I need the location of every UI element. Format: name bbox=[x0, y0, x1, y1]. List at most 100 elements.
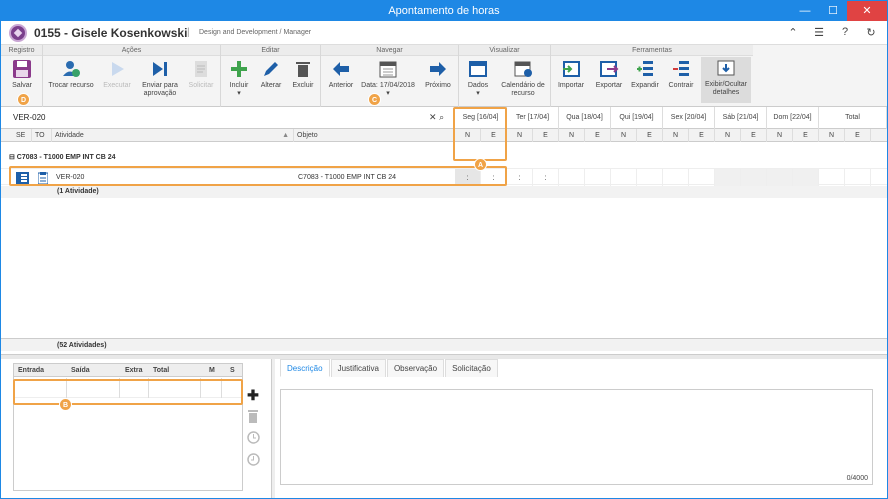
time-cell[interactable] bbox=[689, 169, 715, 186]
table-row[interactable]: VER-020 C7083 - T1000 EMP INT CB 24 : : … bbox=[1, 168, 887, 186]
list-icon[interactable]: ☰ bbox=[813, 26, 825, 39]
col-atividade[interactable]: Atividade ▲ bbox=[52, 129, 294, 142]
search-input[interactable]: VER-020 bbox=[9, 111, 452, 125]
col-to[interactable]: TO bbox=[32, 129, 52, 142]
total-cell[interactable] bbox=[149, 378, 201, 398]
saida-cell[interactable] bbox=[67, 378, 120, 398]
dados-dropdown-icon[interactable]: ▾ bbox=[476, 90, 480, 97]
help-icon[interactable]: ? bbox=[839, 26, 851, 39]
user-separator: | bbox=[187, 27, 190, 38]
col-se[interactable]: SE bbox=[13, 129, 32, 142]
tab-descricao[interactable]: Descrição bbox=[280, 359, 330, 377]
col-objeto[interactable]: Objeto bbox=[294, 129, 455, 142]
sort-asc-icon[interactable]: ▲ bbox=[282, 129, 289, 142]
time-cell[interactable] bbox=[715, 169, 741, 186]
calendario-recurso-button[interactable]: Calendário de recurso bbox=[497, 58, 549, 98]
refresh-icon[interactable]: ↻ bbox=[865, 26, 877, 39]
incluir-dropdown-icon[interactable]: ▾ bbox=[237, 90, 241, 97]
play-icon bbox=[106, 58, 128, 80]
subcol-e: E bbox=[845, 129, 871, 142]
time-cell[interactable] bbox=[767, 169, 793, 186]
close-button[interactable]: ✕ bbox=[847, 1, 887, 21]
time-cell[interactable] bbox=[637, 169, 663, 186]
expandir-button[interactable]: Expandir bbox=[627, 58, 663, 90]
m-cell[interactable] bbox=[201, 378, 222, 398]
extra-cell[interactable] bbox=[120, 378, 149, 398]
to-status-icon[interactable] bbox=[35, 169, 49, 186]
day-header[interactable]: Dom [22/04] bbox=[767, 107, 819, 129]
dados-button[interactable]: Dados ▾ bbox=[461, 58, 495, 98]
time-cell[interactable] bbox=[793, 169, 819, 186]
time-cell-seg-e[interactable]: : bbox=[481, 169, 507, 186]
incluir-button[interactable]: Incluir ▾ bbox=[223, 58, 255, 98]
exibir-label: Exibir/Ocultar detalhes bbox=[704, 81, 747, 96]
exibir-ocultar-button[interactable]: Exibir/Ocultar detalhes bbox=[701, 57, 751, 103]
clock-out-icon[interactable] bbox=[245, 453, 261, 475]
exportar-button[interactable]: Exportar bbox=[591, 58, 627, 90]
executar-button[interactable]: Executar bbox=[97, 58, 137, 90]
time-cell[interactable] bbox=[585, 169, 611, 186]
minimize-button[interactable]: — bbox=[791, 1, 819, 21]
anterior-button[interactable]: Anterior bbox=[323, 58, 359, 90]
col-m: M bbox=[209, 367, 215, 374]
app-logo-icon bbox=[9, 24, 27, 42]
vertical-splitter[interactable] bbox=[271, 359, 275, 498]
row-atividade: VER-020 bbox=[56, 174, 85, 181]
time-cell[interactable] bbox=[611, 169, 637, 186]
se-status-icon[interactable] bbox=[13, 169, 29, 186]
excluir-button[interactable]: Excluir bbox=[287, 58, 319, 90]
callout-d-badge: D bbox=[17, 93, 30, 106]
entrada-cell[interactable] bbox=[14, 378, 67, 398]
search-icon[interactable]: ⌕ bbox=[439, 112, 444, 122]
s-cell[interactable] bbox=[222, 378, 242, 398]
maximize-button[interactable]: ☐ bbox=[819, 1, 847, 21]
day-header[interactable]: Qua [18/04] bbox=[559, 107, 611, 129]
day-header[interactable]: Sex [20/04] bbox=[663, 107, 715, 129]
day-headers: Seg [16/04] N E Ter [17/04] N E Qua [18/04] N E Q… bbox=[455, 107, 887, 143]
proximo-button[interactable]: Próximo bbox=[419, 58, 457, 90]
contrair-button[interactable]: Contrair bbox=[663, 58, 699, 90]
group-visualizar: Visualizar Dados ▾ Calendário de recurso bbox=[459, 45, 551, 107]
col-entrada: Entrada bbox=[18, 367, 45, 374]
callout-b-badge: B bbox=[59, 398, 72, 411]
time-cell-ter-n[interactable]: : bbox=[507, 169, 533, 186]
solicitar-button[interactable]: Solicitar bbox=[183, 58, 219, 90]
collapse-icon[interactable]: ⌃ bbox=[787, 26, 799, 39]
description-textarea[interactable]: 0/4000 bbox=[280, 389, 873, 485]
group-title: Visualizar bbox=[459, 45, 550, 56]
time-cell[interactable] bbox=[741, 169, 767, 186]
save-icon bbox=[11, 58, 33, 80]
day-header[interactable]: Total bbox=[819, 107, 887, 129]
exportar-label: Exportar bbox=[595, 82, 623, 89]
time-cell[interactable] bbox=[559, 169, 585, 186]
time-cell bbox=[845, 169, 871, 186]
tab-observacao[interactable]: Observação bbox=[386, 359, 445, 377]
time-cell[interactable] bbox=[663, 169, 689, 186]
clock-in-icon[interactable] bbox=[245, 431, 261, 453]
time-entry-row[interactable] bbox=[14, 378, 242, 398]
trocar-recurso-button[interactable]: Trocar recurso bbox=[45, 58, 97, 90]
salvar-button[interactable]: Salvar bbox=[5, 58, 39, 90]
data-label: Data: 17/04/2018 bbox=[361, 82, 415, 89]
tab-solicitacao[interactable]: Solicitação bbox=[445, 359, 498, 377]
day-header[interactable]: Ter [17/04] bbox=[507, 107, 559, 129]
data-dropdown-icon[interactable]: ▾ bbox=[386, 90, 390, 97]
alterar-button[interactable]: Alterar bbox=[255, 58, 287, 90]
subcol-e: E bbox=[533, 129, 559, 142]
enviar-aprovacao-button[interactable]: Enviar para aprovação bbox=[137, 58, 183, 98]
importar-button[interactable]: Importar bbox=[553, 58, 589, 90]
add-entry-icon[interactable]: ✚ bbox=[245, 387, 261, 409]
time-cell-seg-n[interactable]: : bbox=[455, 169, 481, 186]
delete-entry-icon[interactable] bbox=[245, 409, 261, 431]
day-header[interactable]: Qui [19/04] bbox=[611, 107, 663, 129]
group-navegar: Navegar Anterior Data: 17/04/2018 ▾ Próx… bbox=[321, 45, 459, 107]
contrair-label: Contrair bbox=[668, 82, 694, 89]
day-header[interactable]: Sáb [21/04] bbox=[715, 107, 767, 129]
time-cell-ter-e[interactable]: : bbox=[533, 169, 559, 186]
data-button[interactable]: Data: 17/04/2018 ▾ bbox=[359, 58, 417, 98]
clear-search-icon[interactable]: ✕ bbox=[429, 112, 437, 122]
group-row[interactable]: ⊟ C7083 - T1000 EMP INT CB 24 bbox=[1, 151, 887, 165]
day-header[interactable]: Seg [16/04] bbox=[455, 107, 507, 129]
tab-justificativa[interactable]: Justificativa bbox=[330, 359, 386, 377]
subcol-e: E bbox=[481, 129, 507, 142]
